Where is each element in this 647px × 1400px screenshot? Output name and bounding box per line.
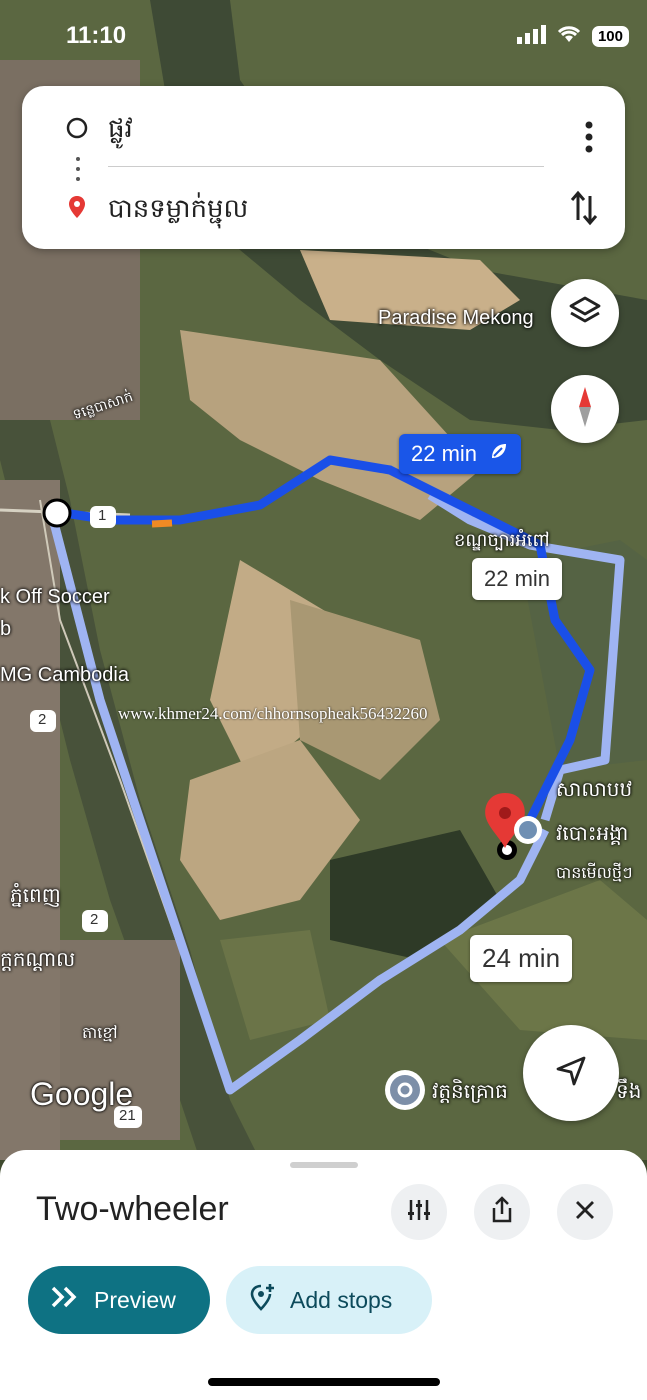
route-shield-2b: 2 <box>90 911 99 928</box>
sheet-drag-handle[interactable] <box>290 1162 358 1168</box>
map-label-khmer-right2: វបោះអង្គា <box>556 823 629 845</box>
swap-direction-icon[interactable] <box>569 188 599 228</box>
add-location-icon <box>226 1282 290 1318</box>
close-icon <box>574 1199 596 1225</box>
preview-button[interactable]: Preview <box>28 1266 210 1334</box>
add-stops-button[interactable]: Add stops <box>226 1266 432 1334</box>
google-logo: Google <box>30 1076 134 1112</box>
wifi-icon <box>556 24 582 48</box>
battery-indicator: 100 <box>591 25 629 47</box>
map-label-khmer-left1: ភ្នំពេញ <box>10 885 61 907</box>
map-label-district: ខណ្ឌច្បារអំពៅ <box>454 530 550 550</box>
bottom-sheet: Two-wheeler Preview Add stops <box>0 1150 647 1400</box>
navigation-arrow-icon <box>554 1054 588 1092</box>
directions-card: ផ្លូវ បានទម្លាក់ម្ជុល <box>22 86 625 249</box>
status-icons: 100 <box>516 24 629 48</box>
route-time-alt1[interactable]: 22 min <box>472 558 563 600</box>
card-divider <box>108 166 544 167</box>
layers-icon <box>568 294 602 332</box>
compass-icon <box>575 385 595 433</box>
route-time-primary[interactable]: 22 min <box>399 434 522 474</box>
destination-row[interactable]: បានទម្លាក់ម្ជុល <box>22 178 625 238</box>
map-label-mg-cambodia: MG Cambodia <box>0 664 129 686</box>
map-label-paradise-mekong: Paradise Mekong <box>378 307 534 329</box>
map-label-b: b <box>0 618 12 640</box>
leaf-icon <box>489 441 509 467</box>
destination-input[interactable]: បានទម្លាក់ម្ជុល <box>108 192 248 230</box>
map-label-khmer-right1: សាលាបឋ <box>556 779 633 801</box>
map-label-soccer: k Off Soccer <box>0 586 110 608</box>
sliders-icon <box>406 1197 432 1227</box>
options-button[interactable] <box>391 1184 447 1240</box>
status-bar: 11:10 100 <box>0 0 647 70</box>
location-pin-icon <box>66 194 88 222</box>
layers-button[interactable] <box>551 279 619 347</box>
map-label-khmer-right3: បានមើលថ្មីៗ <box>556 865 633 882</box>
origin-row[interactable]: ផ្លូវ <box>22 98 625 158</box>
map-label-khmer-right4: វត្តនិគ្រោធ <box>432 1081 508 1103</box>
close-button[interactable] <box>557 1184 613 1240</box>
temple-poi-icon <box>385 1070 425 1110</box>
share-icon <box>490 1196 514 1228</box>
route-shield-1: 1 <box>98 507 107 524</box>
watermark-text: www.khmer24.com/chhornsopheak56432260 <box>118 704 428 723</box>
travel-mode-title: Two-wheeler <box>36 1190 229 1228</box>
map-label-khmer-left2: ក្តកណ្ដាល <box>0 949 76 971</box>
route-time-alt2[interactable]: 24 min <box>470 935 573 982</box>
home-indicator <box>208 1378 440 1386</box>
double-chevron-icon <box>28 1285 94 1315</box>
preview-label: Preview <box>94 1286 176 1313</box>
more-menu-icon[interactable] <box>583 120 595 154</box>
my-location-button[interactable] <box>523 1025 619 1121</box>
signal-icon <box>516 24 546 48</box>
add-stops-label: Add stops <box>290 1286 393 1313</box>
share-button[interactable] <box>474 1184 530 1240</box>
compass-button[interactable] <box>551 375 619 443</box>
map-label-khmer-left3: តាខ្មៅ <box>82 1025 118 1042</box>
origin-circle-icon <box>66 114 88 142</box>
origin-input[interactable]: ផ្លូវ <box>108 112 133 150</box>
route-time-primary-label: 22 min <box>411 441 478 466</box>
status-time: 11:10 <box>66 22 127 49</box>
map-label-khmer-right5: ទឹង <box>616 1081 642 1103</box>
route-shield-2a: 2 <box>38 711 47 728</box>
